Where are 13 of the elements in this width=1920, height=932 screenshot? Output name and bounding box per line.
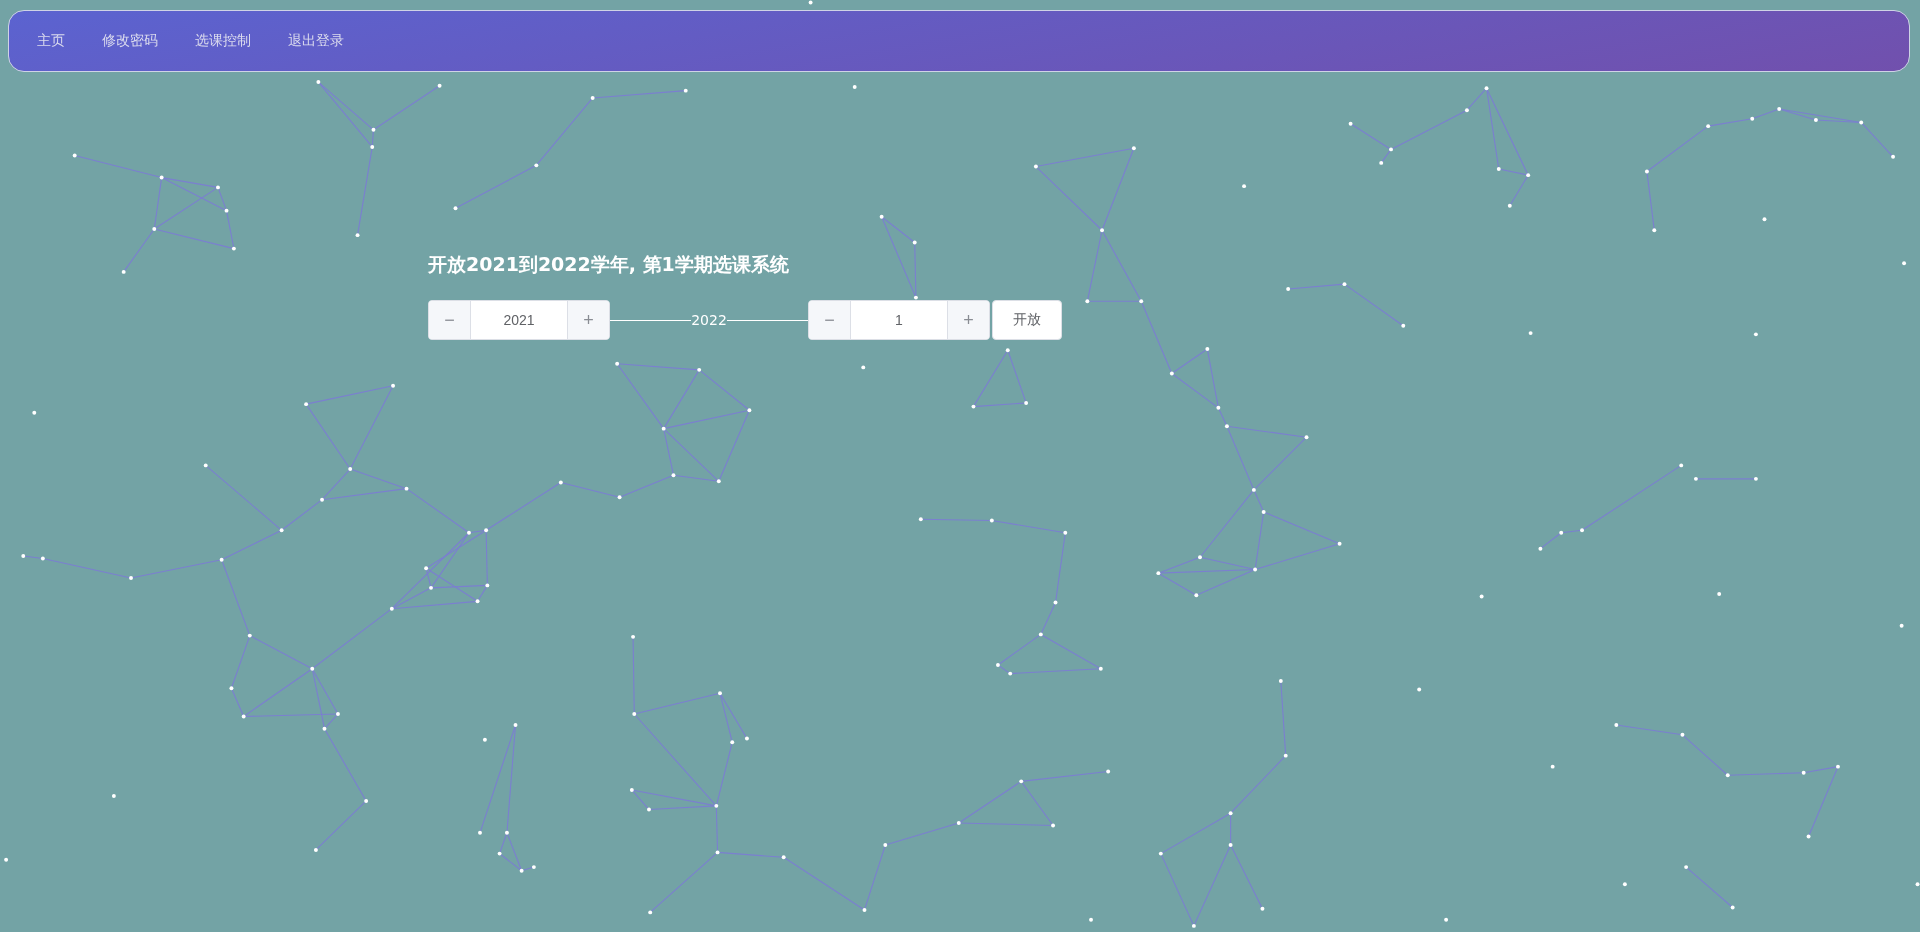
increment-button[interactable]: + xyxy=(948,301,989,339)
term-input[interactable]: − 1 + xyxy=(808,300,990,340)
end-year-label: 2022 xyxy=(691,312,727,328)
page-title: 开放2021到2022学年, 第1学期选课系统 xyxy=(428,252,790,277)
decrement-button[interactable]: − xyxy=(429,301,470,339)
nav-link[interactable]: 退出登录 xyxy=(270,32,363,50)
decrement-button[interactable]: − xyxy=(809,301,850,339)
year-input[interactable]: − 2021 + xyxy=(428,300,610,340)
nav-link[interactable]: 主页 xyxy=(19,32,84,50)
nav-link[interactable]: 修改密码 xyxy=(84,32,177,50)
increment-button[interactable]: + xyxy=(568,301,609,339)
open-button[interactable]: 开放 xyxy=(992,300,1062,340)
nav-link[interactable]: 选课控制 xyxy=(177,32,270,50)
